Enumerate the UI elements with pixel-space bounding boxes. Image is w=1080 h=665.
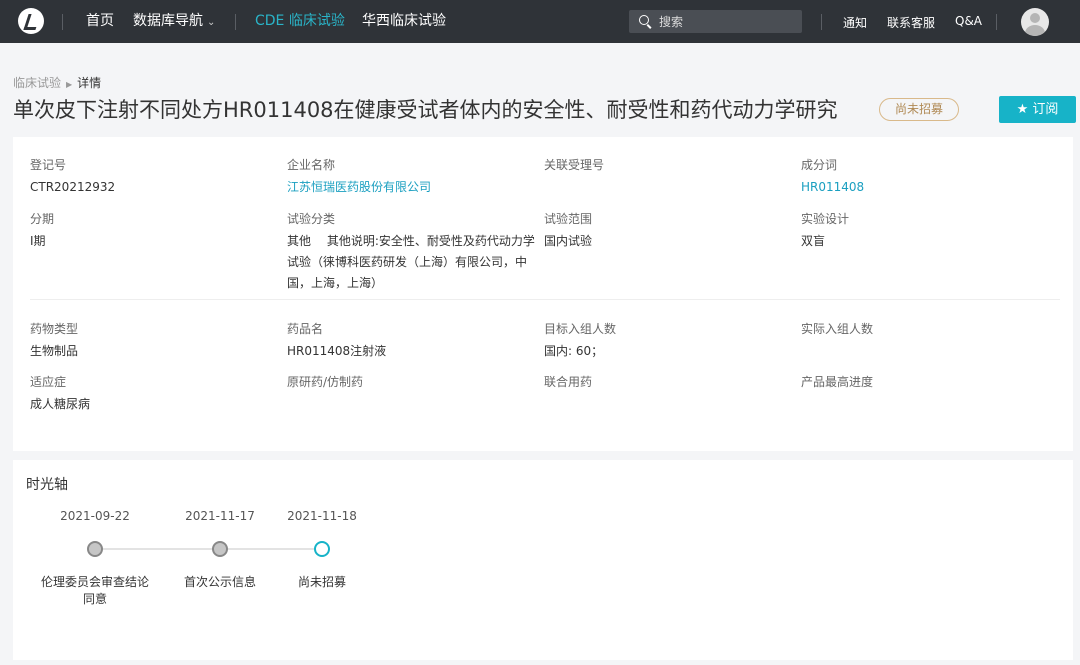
field-label: 药品名 (287, 322, 324, 336)
field-value: 国内: 60； (544, 344, 604, 358)
timeline-connector (95, 548, 321, 550)
field-value: I期 (30, 234, 46, 248)
timeline-event-label: 伦理委员会审查结论同意 (40, 575, 149, 606)
field-label: 药物类型 (30, 322, 79, 336)
timeline-card: 时光轴 2021-09-22 伦理委员会审查结论同意 2021-11-17 首次… (13, 460, 1073, 660)
timeline-dot (212, 541, 228, 557)
qa-link[interactable]: Q&A (955, 14, 982, 28)
status-badge: 尚未招募 (879, 98, 959, 121)
contact-support-link[interactable]: 联系客服 (887, 14, 935, 31)
nav-divider (821, 14, 822, 30)
field-label: 试验分类 (287, 212, 336, 226)
search-icon[interactable] (639, 15, 649, 25)
nav-divider (996, 14, 997, 30)
field-label: 原研药/仿制药 (287, 375, 364, 389)
field-original-generic: 原研药/仿制药 (287, 374, 537, 394)
timeline-date: 2021-11-17 (185, 509, 255, 523)
field-target-enroll: 目标入组人数 国内: 60； (544, 321, 794, 362)
field-label: 产品最高进度 (801, 375, 874, 389)
nav-database[interactable]: 数据库导航 ⌄ (133, 12, 215, 32)
field-label: 成分词 (801, 158, 838, 172)
field-value: 生物制品 (30, 344, 79, 358)
field-drug-type: 药物类型 生物制品 (30, 321, 280, 362)
breadcrumb-arrow-icon: ▶ (66, 80, 73, 89)
section-divider (30, 299, 1060, 300)
breadcrumb-current: 详情 (77, 76, 102, 90)
timeline-event-label: 尚未招募 (297, 575, 346, 589)
avatar-body (1025, 25, 1045, 36)
field-label: 登记号 (30, 158, 67, 172)
field-label: 关联受理号 (544, 158, 605, 172)
notify-link[interactable]: 通知 (843, 14, 867, 31)
star-icon: ★ (1016, 102, 1029, 117)
field-trial-scope: 试验范围 国内试验 (544, 211, 794, 252)
field-label: 实际入组人数 (801, 322, 874, 336)
nav-divider (235, 14, 236, 30)
nav-home[interactable]: 首页 (86, 12, 114, 30)
page-title: 单次皮下注射不同处方HR011408在健康受试者体内的安全性、耐受性和药代动力学… (13, 98, 838, 122)
search-box[interactable] (629, 10, 802, 33)
field-company: 企业名称 江苏恒瑞医药股份有限公司 (287, 157, 537, 198)
field-label: 试验范围 (544, 212, 593, 226)
trial-info-card: 登记号 CTR20212932 企业名称 江苏恒瑞医药股份有限公司 关联受理号 … (13, 137, 1073, 451)
field-value: 双盲 (801, 234, 826, 248)
field-label: 企业名称 (287, 158, 336, 172)
field-related-no: 关联受理号 (544, 157, 794, 177)
field-value: HR011408注射液 (287, 344, 387, 358)
field-label: 实验设计 (801, 212, 850, 226)
field-value: 成人糖尿病 (30, 397, 91, 411)
company-link[interactable]: 江苏恒瑞医药股份有限公司 (287, 177, 537, 198)
user-avatar-icon[interactable] (1021, 8, 1049, 36)
field-actual-enroll: 实际入组人数 (801, 321, 1051, 341)
field-label: 联合用药 (544, 375, 593, 389)
field-combo-drug: 联合用药 (544, 374, 794, 394)
timeline-dot-current (314, 541, 330, 557)
timeline-event-label: 首次公示信息 (183, 575, 256, 589)
subscribe-button[interactable]: ★ 订阅 (999, 96, 1076, 123)
breadcrumb: 临床试验 ▶ 详情 (13, 74, 101, 91)
field-value: 国内试验 (544, 234, 593, 248)
timeline-date: 2021-09-22 (60, 509, 130, 523)
timeline-date: 2021-11-18 (287, 509, 357, 523)
field-label: 分期 (30, 212, 55, 226)
ingredient-link[interactable]: HR011408 (801, 177, 1051, 198)
field-indication: 适应症 成人糖尿病 (30, 374, 280, 415)
nav-huaxi-trials[interactable]: 华西临床试验 (362, 12, 446, 30)
field-phase: 分期 I期 (30, 211, 280, 252)
nav-database-label: 数据库导航 (133, 13, 203, 29)
field-ingredient: 成分词 HR011408 (801, 157, 1051, 198)
field-value: 其他 其他说明:安全性、耐受性及药代动力学试验（徕博科医药研发（上海）有限公司，… (287, 234, 535, 290)
timeline-title: 时光轴 (26, 477, 68, 493)
field-reg-no: 登记号 CTR20212932 (30, 157, 280, 198)
brand-logo-icon[interactable] (18, 8, 44, 34)
nav-divider (62, 14, 63, 30)
search-input[interactable] (659, 13, 789, 30)
field-trial-class: 试验分类 其他 其他说明:安全性、耐受性及药代动力学试验（徕博科医药研发（上海）… (287, 211, 537, 294)
field-drug-name: 药品名 HR011408注射液 (287, 321, 537, 362)
subscribe-label: 订阅 (1032, 102, 1059, 117)
field-label: 适应症 (30, 375, 67, 389)
field-max-progress: 产品最高进度 (801, 374, 1051, 394)
avatar-head (1030, 13, 1040, 23)
top-navbar: 首页 数据库导航 ⌄ CDE 临床试验 华西临床试验 通知 联系客服 Q&A (0, 0, 1080, 43)
chevron-down-icon: ⌄ (207, 17, 216, 28)
field-label: 目标入组人数 (544, 322, 617, 336)
field-design: 实验设计 双盲 (801, 211, 1051, 252)
nav-cde-trials[interactable]: CDE 临床试验 (255, 12, 345, 30)
timeline-dot (87, 541, 103, 557)
breadcrumb-parent[interactable]: 临床试验 (13, 76, 61, 90)
field-value: CTR20212932 (30, 180, 116, 194)
